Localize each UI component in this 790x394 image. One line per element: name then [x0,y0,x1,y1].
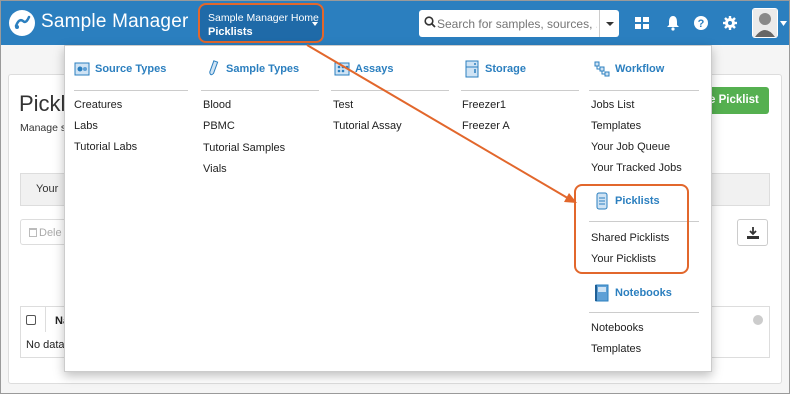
annotation-arrow [306,44,577,203]
